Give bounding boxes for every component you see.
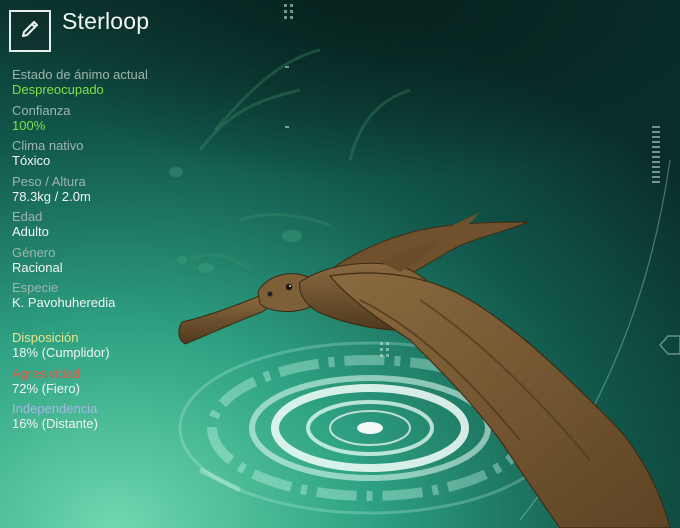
stat-value: Despreocupado	[12, 82, 104, 97]
trait-label: Disposición	[12, 330, 79, 345]
stat-age: Edad Adulto	[12, 209, 252, 245]
stat-value: Tóxico	[12, 153, 51, 168]
edit-name-button[interactable]	[9, 10, 51, 52]
trait-value: 72% (Fiero)	[12, 380, 80, 396]
trait-value: 18% (Cumplidor)	[12, 345, 110, 360]
stat-weight-height: Peso / Altura 78.3kg / 2.0m	[12, 174, 252, 210]
stat-gender: Género Racional	[12, 245, 252, 281]
pencil-icon	[19, 18, 41, 45]
stat-label: Especie	[12, 280, 59, 295]
stat-mood: Estado de ánimo actual Despreocupado	[12, 67, 252, 103]
traits-panel: Disposición 18% (Cumplidor) Agresividad …	[12, 330, 110, 437]
stat-label: Peso / Altura	[12, 173, 86, 189]
stat-trust: Confianza 100%	[12, 103, 252, 139]
stat-value: K. Pavohuheredia	[12, 295, 116, 310]
stat-label: Estado de ánimo actual	[12, 67, 148, 82]
stats-panel: Estado de ánimo actual Despreocupado Con…	[12, 67, 252, 316]
trait-disposition: Disposición 18% (Cumplidor)	[12, 330, 110, 366]
trait-label: Independencia	[12, 401, 98, 416]
stat-label: Género	[12, 244, 56, 260]
stat-value: 78.3kg / 2.0m	[12, 188, 91, 204]
trait-aggression: Agresividad 72% (Fiero)	[12, 366, 110, 402]
stat-label: Clima nativo	[12, 138, 84, 153]
stat-climate: Clima nativo Tóxico	[12, 138, 252, 174]
stat-label: Edad	[12, 209, 43, 224]
trait-independence: Independencia 16% (Distante)	[12, 401, 110, 437]
stat-value: Adulto	[12, 224, 49, 239]
stat-value: Racional	[12, 259, 63, 275]
creature-name: Sterloop	[62, 8, 150, 34]
trait-value: 16% (Distante)	[12, 416, 98, 431]
stat-value: 100%	[12, 117, 46, 133]
stat-label: Confianza	[12, 102, 71, 118]
trait-label: Agresividad	[12, 365, 80, 381]
stat-species: Especie K. Pavohuheredia	[12, 280, 252, 316]
